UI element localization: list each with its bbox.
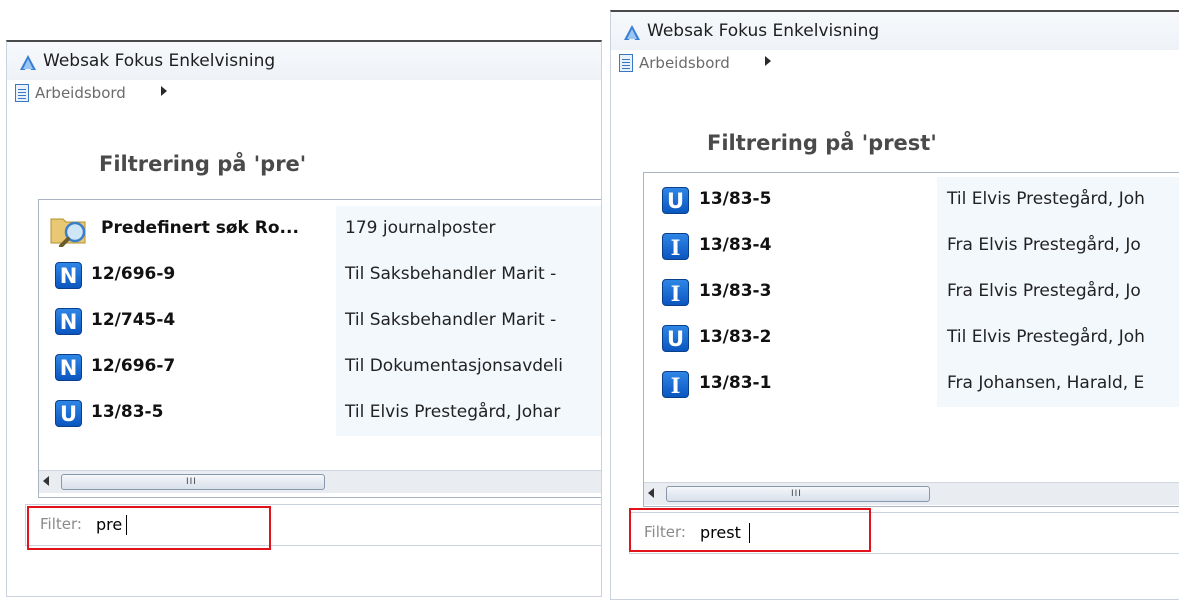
list-item[interactable]: N 12/745-4 Til Saksbehandler Marit - xyxy=(39,298,601,344)
n-type-icon: N xyxy=(55,262,82,289)
list-item[interactable]: U 13/83-5 Til Elvis Prestegård, Johar xyxy=(39,390,601,436)
list-item[interactable]: N 12/696-7 Til Dokumentasjonsavdeli xyxy=(39,344,601,390)
search-folder-icon xyxy=(50,218,86,247)
scroll-thumb[interactable]: III xyxy=(61,474,325,490)
i-type-icon: I xyxy=(662,279,689,306)
document-icon xyxy=(619,54,633,72)
row-id: 13/83-3 xyxy=(699,281,772,301)
n-type-icon: N xyxy=(55,354,82,381)
row-id: 12/696-9 xyxy=(91,264,176,284)
row-text: Til Saksbehandler Marit - xyxy=(345,310,557,330)
breadcrumb-label[interactable]: Arbeidsbord xyxy=(639,54,730,72)
row-id: 13/83-4 xyxy=(699,235,772,255)
horizontal-scrollbar[interactable]: III xyxy=(39,470,601,493)
app-logo-icon xyxy=(20,55,36,70)
row-id: Predefinert søk Ro... xyxy=(101,218,299,238)
row-text: Til Elvis Prestegård, Joh xyxy=(947,189,1145,209)
row-text: Fra Elvis Prestegård, Jo xyxy=(947,281,1141,301)
scroll-thumb[interactable]: III xyxy=(666,486,930,502)
row-text: Til Elvis Prestegård, Joh xyxy=(947,327,1145,347)
window-title: Websak Fokus Enkelvisning xyxy=(647,21,880,41)
horizontal-scrollbar[interactable]: III xyxy=(644,482,1179,505)
highlight-box xyxy=(27,506,271,550)
u-type-icon: U xyxy=(662,187,689,214)
title-bar: Websak Fokus Enkelvisning xyxy=(611,12,1179,50)
row-text: 179 journalposter xyxy=(345,218,496,238)
highlight-box xyxy=(629,508,871,552)
list-item[interactable]: I 13/83-3 Fra Elvis Prestegård, Jo xyxy=(644,269,1179,315)
row-id: 13/83-1 xyxy=(699,373,772,393)
row-text: Fra Elvis Prestegård, Jo xyxy=(947,235,1141,255)
row-id: 13/83-5 xyxy=(91,402,164,422)
filter-heading: Filtrering på 'pre' xyxy=(99,152,307,176)
result-list: U 13/83-5 Til Elvis Prestegård, Joh I 13… xyxy=(643,172,1179,507)
u-type-icon: U xyxy=(662,325,689,352)
n-type-icon: N xyxy=(55,308,82,335)
scroll-grip: III xyxy=(791,489,802,499)
breadcrumb-arrow-icon[interactable] xyxy=(161,86,167,96)
list-item[interactable]: I 13/83-4 Fra Elvis Prestegård, Jo xyxy=(644,223,1179,269)
row-id: 13/83-5 xyxy=(699,189,772,209)
breadcrumb[interactable]: Arbeidsbord xyxy=(611,50,1179,78)
breadcrumb-label[interactable]: Arbeidsbord xyxy=(35,84,126,102)
breadcrumb-arrow-icon[interactable] xyxy=(765,56,771,66)
window-title: Websak Fokus Enkelvisning xyxy=(43,51,276,71)
list-item[interactable]: I 13/83-1 Fra Johansen, Harald, E xyxy=(644,361,1179,407)
u-type-icon: U xyxy=(55,400,82,427)
result-list: Predefinert søk Ro... 179 journalposter … xyxy=(38,199,601,498)
list-item[interactable]: N 12/696-9 Til Saksbehandler Marit - xyxy=(39,252,601,298)
row-text: Fra Johansen, Harald, E xyxy=(947,373,1145,393)
scroll-left-icon[interactable] xyxy=(43,476,49,486)
app-logo-icon xyxy=(624,25,640,40)
i-type-icon: I xyxy=(662,371,689,398)
i-type-icon: I xyxy=(662,233,689,260)
title-bar: Websak Fokus Enkelvisning xyxy=(7,42,601,80)
list-item[interactable]: U 13/83-5 Til Elvis Prestegård, Joh xyxy=(644,177,1179,223)
filter-heading: Filtrering på 'prest' xyxy=(707,131,937,155)
list-item[interactable]: U 13/83-2 Til Elvis Prestegård, Joh xyxy=(644,315,1179,361)
row-text: Til Dokumentasjonsavdeli xyxy=(345,356,563,376)
scroll-grip: III xyxy=(186,477,197,487)
row-text: Til Saksbehandler Marit - xyxy=(345,264,557,284)
row-id: 12/745-4 xyxy=(91,310,176,330)
list-item[interactable]: Predefinert søk Ro... 179 journalposter xyxy=(39,206,601,252)
document-icon xyxy=(15,84,29,102)
row-id: 12/696-7 xyxy=(91,356,176,376)
scroll-left-icon[interactable] xyxy=(648,488,654,498)
row-id: 13/83-2 xyxy=(699,327,772,347)
row-text: Til Elvis Prestegård, Johar xyxy=(345,402,561,422)
breadcrumb[interactable]: Arbeidsbord xyxy=(7,80,601,108)
